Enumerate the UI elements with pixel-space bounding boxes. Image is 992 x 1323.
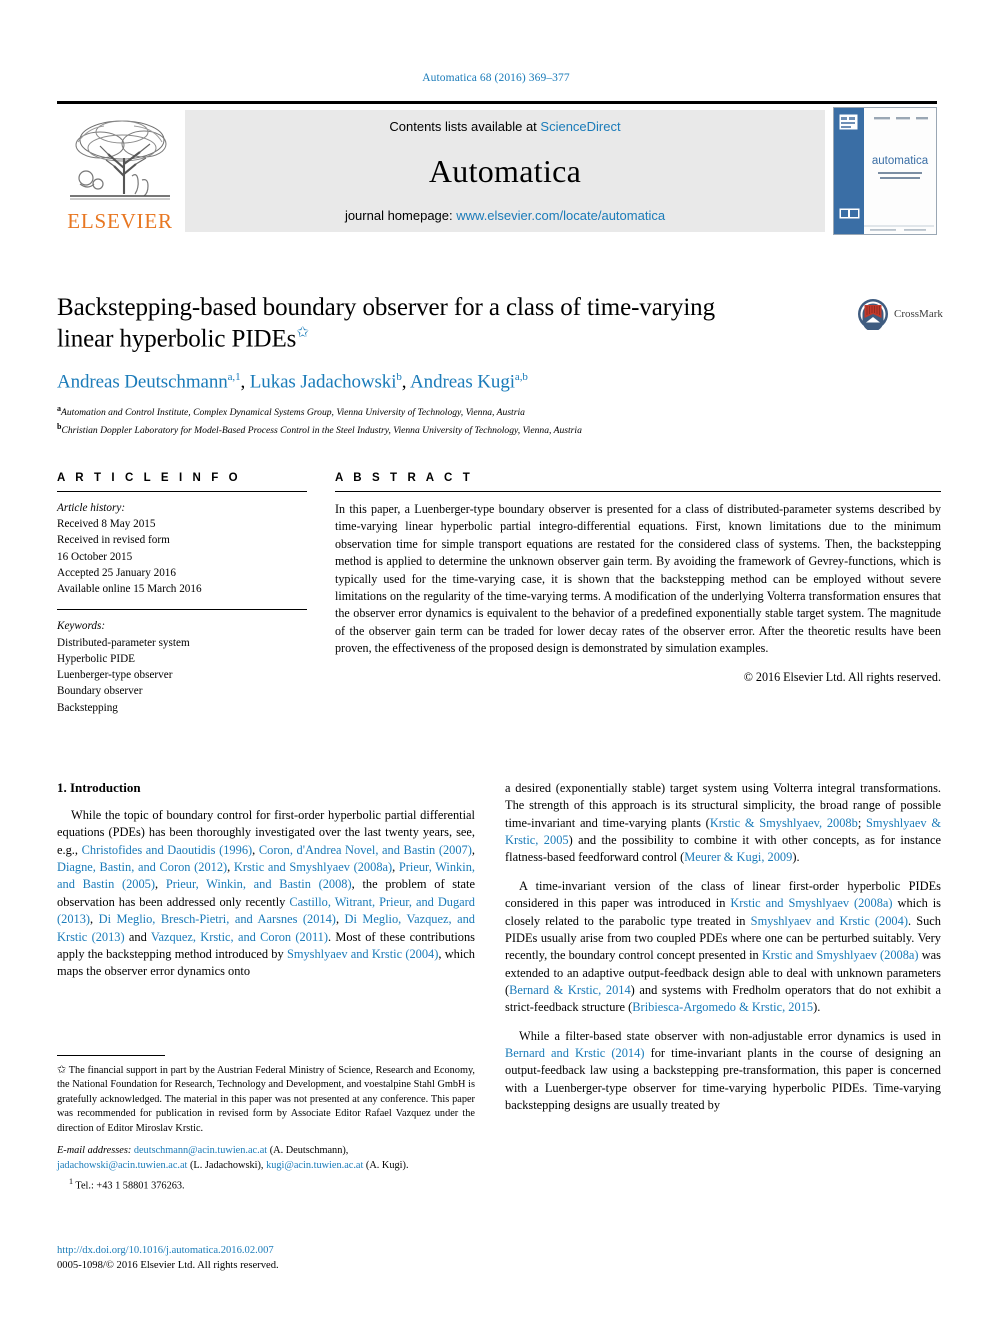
author-name[interactable]: Andreas Kugi bbox=[410, 372, 515, 393]
masthead-center-panel: Contents lists available at ScienceDirec… bbox=[185, 110, 825, 232]
contents-available-line: Contents lists available at ScienceDirec… bbox=[389, 119, 620, 134]
section-title-introduction: 1. Introduction bbox=[57, 780, 141, 795]
footnote-region: ✩ The financial support in part by the A… bbox=[57, 1055, 475, 1191]
journal-masthead: ELSEVIER Contents lists available at Sci… bbox=[57, 101, 937, 236]
affiliation-item: aAutomation and Control Institute, Compl… bbox=[57, 403, 847, 421]
crossmark-icon bbox=[858, 299, 888, 330]
email-link[interactable]: jadachowski@acin.tuwien.ac.at bbox=[57, 1160, 187, 1171]
affiliations: aAutomation and Control Institute, Compl… bbox=[57, 403, 847, 439]
funding-footnote: ✩ The financial support in part by the A… bbox=[57, 1063, 475, 1136]
divider bbox=[335, 491, 941, 492]
intro-paragraph-right-1: a desired (exponentially stable) target … bbox=[505, 781, 941, 865]
keywords-label: Keywords: bbox=[57, 620, 106, 633]
journal-homepage-link[interactable]: www.elsevier.com/locate/automatica bbox=[456, 208, 665, 223]
article-info-heading: A R T I C L E I N F O bbox=[57, 472, 242, 484]
keyword-item: Hyperbolic PIDE bbox=[57, 652, 135, 665]
running-head: Automatica 68 (2016) 369–377 bbox=[422, 72, 570, 84]
crossmark-label: CrossMark bbox=[894, 308, 943, 320]
abstract-column: A B S T R A C T In this paper, a Luenber… bbox=[335, 472, 941, 685]
telephone-text: Tel.: +43 1 58801 376263. bbox=[75, 1180, 185, 1192]
title-block: Backstepping-based boundary observer for… bbox=[57, 293, 847, 439]
history-item: Received 8 May 2015 bbox=[57, 518, 156, 531]
affiliation-item: bChristian Doppler Laboratory for Model-… bbox=[57, 421, 847, 439]
imprint-region: http://dx.doi.org/10.1016/j.automatica.2… bbox=[57, 1243, 487, 1274]
email-label: E-mail addresses: bbox=[57, 1145, 132, 1157]
intro-paragraph-right-2: A time-invariant version of the class of… bbox=[505, 878, 942, 1015]
page-title: Backstepping-based boundary observer for… bbox=[57, 293, 847, 354]
sciencedirect-link[interactable]: ScienceDirect bbox=[540, 119, 620, 134]
crossmark-badge[interactable]: CrossMark bbox=[857, 297, 943, 331]
elsevier-tree-icon bbox=[64, 114, 176, 210]
paper-page: Automatica 68 (2016) 369–377 ELSEVIER Co… bbox=[0, 0, 992, 1323]
doi-link[interactable]: http://dx.doi.org/10.1016/j.automatica.2… bbox=[57, 1243, 487, 1258]
email-owner: (A. Deutschmann), bbox=[269, 1145, 349, 1157]
body-column-left: 1. Introduction While the topic of bound… bbox=[57, 780, 475, 981]
author-list: Andreas Deutschmanna,1, Lukas Jadachowsk… bbox=[57, 371, 528, 393]
title-line-1: Backstepping-based boundary observer for… bbox=[57, 294, 715, 321]
email-footnote: E-mail addresses: deutschmann@acin.tuwie… bbox=[57, 1144, 475, 1174]
divider bbox=[57, 609, 307, 611]
history-item: Accepted 25 January 2016 bbox=[57, 566, 176, 579]
email-owner: (A. Kugi). bbox=[365, 1159, 409, 1171]
contents-prefix: Contents lists available at bbox=[389, 119, 541, 134]
funding-footnote-text: The financial support in part by the Aus… bbox=[57, 1065, 476, 1134]
footnote-star-marker: ✩ bbox=[57, 1064, 67, 1076]
email-owner: (L. Jadachowski), bbox=[190, 1159, 264, 1171]
author-affiliation-marker: a,1 bbox=[227, 371, 241, 384]
intro-paragraph-right-3: While a filter-based state observer with… bbox=[505, 1028, 941, 1113]
email-link[interactable]: deutschmann@acin.tuwien.ac.at bbox=[134, 1145, 267, 1156]
article-history: Article history: Received 8 May 2015 Rec… bbox=[57, 500, 307, 597]
journal-cover-thumbnail: automatica bbox=[833, 107, 937, 235]
keyword-item: Backstepping bbox=[57, 701, 118, 714]
abstract-copyright: © 2016 Elsevier Ltd. All rights reserved… bbox=[743, 669, 941, 684]
journal-homepage-line: journal homepage: www.elsevier.com/locat… bbox=[345, 208, 665, 223]
keyword-item: Boundary observer bbox=[57, 685, 143, 698]
article-info-column: A R T I C L E I N F O Article history: R… bbox=[57, 472, 307, 716]
history-item: Received in revised form bbox=[57, 534, 170, 547]
affiliation-text: Christian Doppler Laboratory for Model-B… bbox=[61, 424, 582, 436]
intro-paragraph-left: While the topic of boundary control for … bbox=[57, 808, 476, 979]
abstract-text: In this paper, a Luenberger-type boundar… bbox=[335, 502, 941, 656]
elsevier-wordmark: ELSEVIER bbox=[67, 209, 173, 233]
article-history-label: Article history: bbox=[57, 502, 126, 514]
homepage-prefix: journal homepage: bbox=[344, 208, 457, 223]
body-region: 1. Introduction While the topic of bound… bbox=[57, 780, 941, 1290]
telephone-footnote: 1 Tel.: +43 1 58801 376263. bbox=[57, 1177, 475, 1191]
svg-text:automatica: automatica bbox=[872, 155, 929, 167]
elsevier-logo: ELSEVIER bbox=[60, 110, 180, 232]
keyword-item: Luenberger-type observer bbox=[57, 669, 173, 682]
title-line-2: linear hyperbolic PIDEs bbox=[57, 324, 297, 352]
author-name[interactable]: Lukas Jadachowski bbox=[250, 372, 397, 393]
body-column-right: a desired (exponentially stable) target … bbox=[505, 780, 941, 1114]
keyword-item: Distributed-parameter system bbox=[57, 636, 190, 649]
author-name[interactable]: Andreas Deutschmann bbox=[57, 372, 228, 393]
issn-copyright: 0005-1098/© 2016 Elsevier Ltd. All right… bbox=[57, 1260, 279, 1272]
affiliation-text: Automation and Control Institute, Comple… bbox=[61, 406, 525, 418]
history-item: Available online 15 March 2016 bbox=[57, 583, 202, 596]
author-affiliation-marker: a,b bbox=[514, 371, 528, 384]
history-item: 16 October 2015 bbox=[57, 550, 133, 563]
abstract-heading: A B S T R A C T bbox=[335, 472, 474, 484]
keywords-list: Keywords: Distributed-parameter system H… bbox=[57, 618, 307, 715]
footnote-divider bbox=[57, 1055, 165, 1056]
journal-title: Automatica bbox=[428, 152, 582, 189]
divider bbox=[57, 491, 307, 492]
title-footnote-marker[interactable]: ✩ bbox=[296, 325, 309, 341]
email-link[interactable]: kugi@acin.tuwien.ac.at bbox=[266, 1160, 363, 1171]
telephone-marker: 1 bbox=[69, 1176, 73, 1186]
